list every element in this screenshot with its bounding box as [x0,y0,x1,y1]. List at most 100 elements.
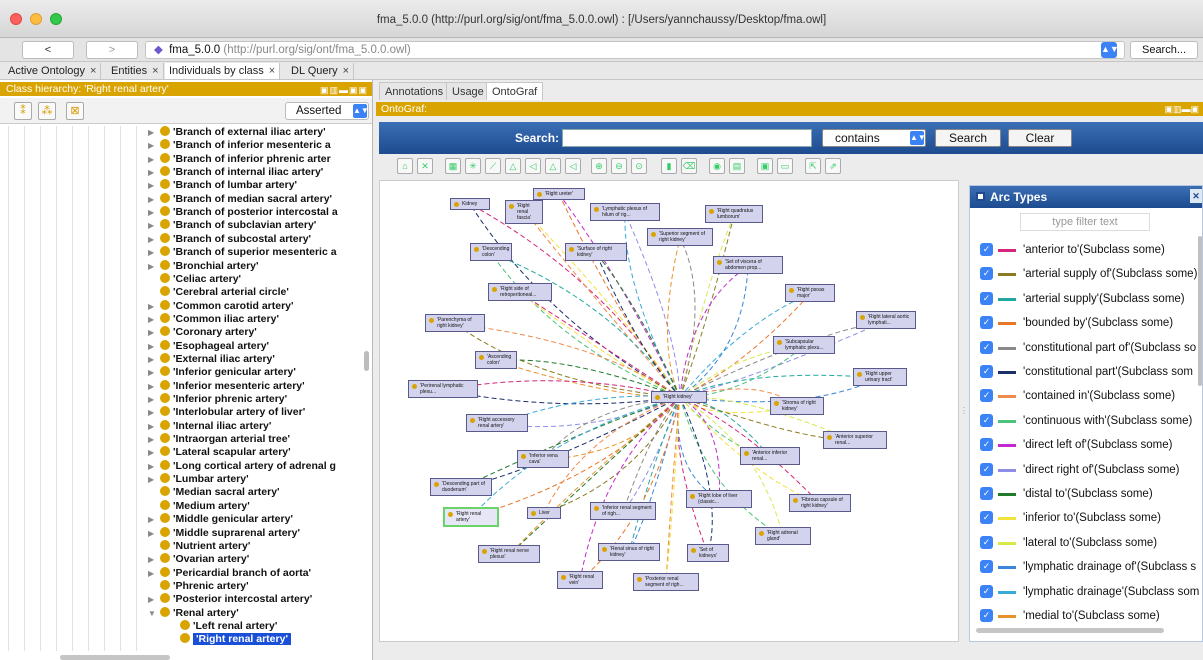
tree-vertical-scrollbar[interactable] [362,126,372,651]
graph-node[interactable]: 'Right kidney' [651,391,707,403]
arc-type-item[interactable]: ✓ 'constitutional part'(Subclass som [980,360,1202,384]
tree-item[interactable]: 'Right renal artery' [180,633,291,646]
arc-type-item[interactable]: ✓ 'medial to'(Subclass some) [980,604,1202,628]
tree-item[interactable]: ▶ 'Lateral scapular artery' [148,446,291,459]
arc-type-checkbox[interactable]: ✓ [980,584,993,598]
graph-node[interactable]: 'Inferior vena cava' [517,450,569,468]
tree-item[interactable]: 'Celiac artery' [148,272,241,286]
arc-type-checkbox[interactable]: ✓ [980,438,993,452]
graph-search-input[interactable] [562,129,812,147]
back-button[interactable]: < [22,41,74,59]
arc-type-checkbox[interactable]: ✓ [980,413,993,427]
arc-type-checkbox[interactable]: ✓ [980,535,993,549]
arc-type-checkbox[interactable]: ✓ [980,340,993,354]
tree-item[interactable]: 'Left renal artery' [180,619,277,633]
export-icon[interactable]: ⇱ [805,158,821,174]
home-icon[interactable]: ⌂ [397,158,413,174]
graph-node[interactable]: 'Perirenal lymphatic plexu... [408,380,478,398]
graph-clear-button[interactable]: Clear [1008,129,1072,147]
tree-item[interactable]: ▶ 'Inferior mesenteric artery' [148,379,305,393]
collapsed-triangle-icon[interactable]: ▶ [148,406,160,419]
arc-type-item[interactable]: ✓ 'arterial supply'(Subclass some) [980,287,1202,311]
tree-item[interactable]: ▶ 'Branch of inferior mesenteric a [148,139,331,152]
tree-item[interactable]: ▶ 'Posterior intercostal artery' [148,593,312,606]
collapsed-triangle-icon[interactable]: ▶ [148,513,160,526]
close-icon[interactable]: ✕ [1190,189,1202,203]
graph-node[interactable]: 'Right renal fascia' [505,200,543,224]
graph-node[interactable]: 'Descending colon' [470,243,512,261]
arc-type-checkbox[interactable]: ✓ [980,316,993,330]
graph-node[interactable]: Liver [527,507,561,519]
tree-item[interactable]: ▶ 'Intraorgan arterial tree' [148,433,290,446]
arc-type-checkbox[interactable]: ✓ [980,560,993,574]
graph-node[interactable]: 'Stroma of right kidney' [770,397,824,415]
collapsed-triangle-icon[interactable]: ▶ [148,126,160,139]
tree-item[interactable]: ▶ 'Middle genicular artery' [148,513,293,526]
hierarchy-mode-select[interactable]: Asserted ▲▼ [285,102,369,120]
graph-node[interactable]: 'Right upper urinary tract' [853,368,907,386]
ontology-address-field[interactable]: ◆ fma_5.0.0 (http://purl.org/sig/ont/fma… [145,41,1125,59]
collapsed-triangle-icon[interactable]: ▶ [148,179,160,192]
filter-icon[interactable]: ▮ [661,158,677,174]
address-dropdown-icon[interactable]: ▲▼ [1101,42,1119,58]
graph-search-button[interactable]: Search [935,129,1001,147]
tree-item[interactable]: ▶ 'Inferior phrenic artery' [148,393,287,406]
collapsed-triangle-icon[interactable]: ▶ [148,300,160,313]
arc-type-item[interactable]: ✓ 'anterior to'(Subclass some) [980,238,1202,262]
zoom-in-icon[interactable]: ⊕ [591,158,607,174]
arc-type-item[interactable]: ✓ 'continuous with'(Subclass some) [980,409,1202,433]
zoom-fit-icon[interactable]: ⊙ [631,158,647,174]
arc-type-checkbox[interactable]: ✓ [980,487,993,500]
arc-type-item[interactable]: ✓ 'bounded by'(Subclass some) [980,311,1202,335]
tab-active-ontology[interactable]: Active Ontology × [4,63,102,79]
tree-item[interactable]: ▶ 'Pericardial branch of aorta' [148,566,311,580]
graph-node[interactable]: 'Right lateral aortic lymphati... [856,311,916,329]
graph-node[interactable]: 'Subcapsular lymphatic plexu... [773,336,835,354]
save-icon[interactable]: ▣ [757,158,773,174]
expanded-triangle-icon[interactable]: ▼ [148,607,160,620]
panel-splitter[interactable]: ⋮ [959,180,969,642]
graph-node[interactable]: 'Superior segment of right kidney' [647,228,713,246]
arc-type-item[interactable]: ✓ 'distal to'(Subclass some) [980,482,1202,506]
collapsed-triangle-icon[interactable]: ▶ [148,340,160,353]
tree-item[interactable]: ▶ 'Branch of superior mesenteric a [148,246,337,259]
tree-item[interactable]: ▶ 'Middle suprarenal artery' [148,526,300,540]
collapsed-triangle-icon[interactable]: ▶ [148,553,160,566]
graph-node[interactable]: 'Anterior superior renal... [823,431,887,449]
camera-icon[interactable]: ◉ [709,158,725,174]
close-icon[interactable]: × [269,65,275,77]
tree-item[interactable]: 'Median sacral artery' [148,486,280,499]
tree-item[interactable]: ▶ 'Interlobular artery of liver' [148,406,305,419]
graph-node[interactable]: 'Right ureter' [533,188,585,200]
graph-node[interactable]: 'Right quadratus lumborum' [705,205,763,223]
arc-type-item[interactable]: ✓ 'arterial supply of'(Subclass some) [980,262,1202,286]
graph-node[interactable]: 'Anterior inferior renal... [740,447,800,465]
collapsed-triangle-icon[interactable]: ▶ [148,420,160,433]
arc-type-checkbox[interactable]: ✓ [980,291,993,305]
collapsed-triangle-icon[interactable]: ▶ [148,393,160,406]
forward-button[interactable]: > [86,41,138,59]
tree-item[interactable]: ▶ 'Bronchial artery' [148,259,259,273]
tree-item[interactable]: ▶ 'Long cortical artery of adrenal g [148,459,336,473]
panel-window-controls-icon[interactable]: ▣▥▬▣ [1164,102,1199,116]
collapsed-triangle-icon[interactable]: ▶ [148,206,160,219]
graph-node[interactable]: 'Set of viscera of abdomen prop... [713,256,783,274]
tree-horizontal-scrollbar[interactable] [60,655,170,660]
expand-icon[interactable]: ⇗ [825,158,841,174]
pin-icon[interactable]: ✕ [417,158,433,174]
collapsed-triangle-icon[interactable]: ▶ [148,567,160,580]
arc-type-checkbox[interactable]: ✓ [980,511,993,525]
graph-node[interactable]: 'Ascending colon' [475,351,517,369]
graph-node[interactable]: 'Surface of right kidney' [565,243,627,261]
trash-icon[interactable]: ⌫ [681,158,697,174]
open-folder-icon[interactable]: ▭ [777,158,793,174]
tree-item[interactable]: ▶ 'Branch of subcostal artery' [148,232,311,246]
add-sibling-icon[interactable]: ⁂ [38,102,56,120]
tab-individuals-by-class[interactable]: Individuals by class × [165,63,281,79]
arc-type-item[interactable]: ✓ 'contained in'(Subclass some) [980,384,1202,408]
collapsed-triangle-icon[interactable]: ▶ [148,593,160,606]
tree-item[interactable]: ▶ 'Coronary artery' [148,326,257,339]
scrollbar-thumb[interactable] [364,351,369,371]
arc-type-item[interactable]: ✓ 'direct right of'(Subclass some) [980,458,1202,482]
close-icon[interactable]: × [152,65,158,77]
